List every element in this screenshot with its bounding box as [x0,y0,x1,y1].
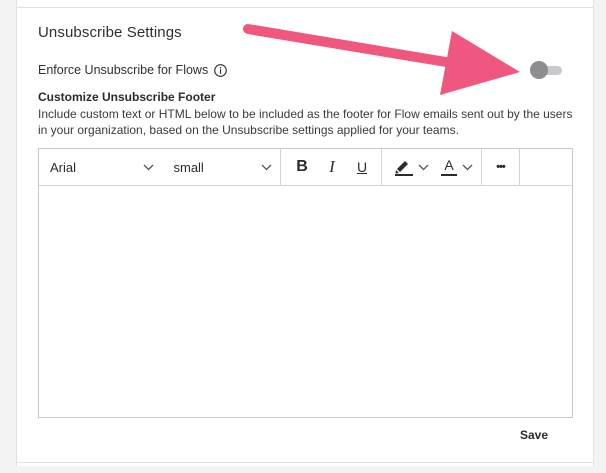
font-family-value: Arial [50,159,77,175]
more-group: ••• [482,149,520,185]
toggle-knob [530,61,548,79]
italic-button[interactable]: I [318,153,346,181]
page: Unsubscribe Settings Enforce Unsubscribe… [0,0,606,473]
card-bottom-divider [17,462,593,463]
text-color-button[interactable]: A [437,153,477,181]
font-size-value: small [173,159,204,175]
underline-button[interactable]: U [348,153,376,181]
bold-button[interactable]: B [288,153,316,181]
enforce-unsubscribe-label: Enforce Unsubscribe for Flows [38,63,209,77]
highlight-color-button[interactable] [390,153,433,181]
text-color-label: A [444,156,454,173]
text-style-group: B I U [281,149,382,185]
enforce-unsubscribe-row: Enforce Unsubscribe for Flows [38,63,228,77]
font-select-group: Arial small [39,149,281,185]
customize-footer-description: Include custom text or HTML below to be … [38,107,573,137]
text-color-swatch [441,173,457,176]
info-icon[interactable] [214,64,228,77]
color-group: A [382,149,482,185]
font-family-select[interactable]: Arial [39,149,162,185]
enforce-unsubscribe-toggle[interactable] [530,61,562,79]
save-button[interactable]: Save [520,428,548,442]
unsubscribe-settings-card: Unsubscribe Settings Enforce Unsubscribe… [16,0,594,466]
highlighter-icon [395,161,413,176]
chevron-down-icon [462,164,473,170]
section-title: Unsubscribe Settings [38,24,182,41]
chevron-down-icon [418,164,429,170]
editor-toolbar: Arial small B I U A ••• [39,149,572,186]
chevron-down-icon [261,164,272,170]
font-size-select[interactable]: small [162,149,280,185]
more-options-button[interactable]: ••• [487,153,515,181]
customize-footer-title: Customize Unsubscribe Footer [38,90,216,104]
footer-rich-text-editor: Arial small B I U A ••• [38,148,573,418]
card-top-divider [17,7,593,8]
footer-editor-content[interactable] [39,186,572,417]
chevron-down-icon [144,164,154,170]
